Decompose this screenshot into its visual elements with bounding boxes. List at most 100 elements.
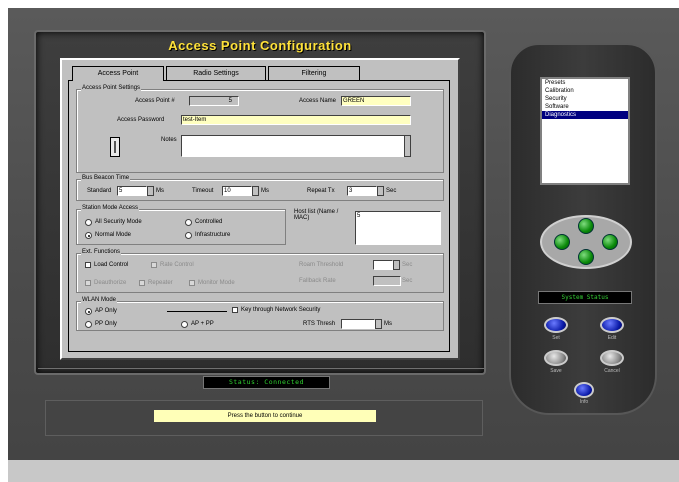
thermometer-icon [110,137,120,157]
ap-settings-group: Access Point Settings Access Point # 5 A… [76,85,444,173]
timeout-unit: Ms [261,188,269,194]
repeat-field[interactable]: 3 [347,186,377,196]
roam-unit: Sec [402,262,413,268]
info-button[interactable] [574,382,594,398]
radio-pp-only[interactable] [85,321,92,328]
beacon-group: Bus Beacon Time Standard 5 Ms Timeout 10… [76,175,444,201]
check-deauthorize[interactable] [85,280,91,286]
save-button-label: Save [550,368,562,374]
direction-pad [540,215,632,269]
ap-settings-group-label: Access Point Settings [81,85,142,91]
timeout-field[interactable]: 10 [222,186,252,196]
fallback-field[interactable] [373,276,401,286]
info-button-label: Info [579,399,589,405]
check-rate-control-label: Rate Control [160,262,194,268]
dpad-up-button[interactable] [578,218,594,234]
beacon-group-label: Bus Beacon Time [81,175,131,181]
roam-spinner[interactable] [393,260,400,270]
mode-list[interactable]: Presets Calibration Security Software Di… [540,77,630,185]
host-list-box[interactable]: 5 [355,211,441,245]
fallback-unit: Sec [402,278,413,284]
tab-radio-settings[interactable]: Radio Settings [166,66,266,80]
edit-button-label: Edit [607,335,617,341]
access-name-label: Access Name [299,98,337,104]
set-button-label: Set [552,335,560,341]
radio-all-security[interactable] [85,219,92,226]
standard-unit: Ms [156,188,164,194]
radio-ap-pp[interactable] [181,321,188,328]
mode-item[interactable]: Security [542,95,628,103]
set-button[interactable] [544,317,568,333]
tab-access-point[interactable]: Access Point [72,66,164,81]
radio-infrastructure-label: Infrastructure [195,232,231,238]
repeat-spinner[interactable] [377,186,384,196]
mode-item[interactable]: Software [542,103,628,111]
station-mode-group-label: Station Mode Access [81,205,140,211]
notes-label: Notes [161,137,177,143]
tab-panel: Access Point Settings Access Point # 5 A… [68,80,450,352]
ap-number-field[interactable]: 5 [189,96,239,106]
ap-number-label: Access Point # [135,98,175,104]
wlan-group-label: WLAN Mode [81,297,118,303]
standard-spinner[interactable] [147,186,154,196]
radio-normal-mode[interactable] [85,232,92,239]
host-list-label: Host list (Name / MAC) [294,209,339,221]
dpad-right-button[interactable] [602,234,618,250]
mode-item[interactable]: Presets [542,79,628,87]
repeat-unit: Sec [386,188,397,194]
rts-field[interactable] [341,319,375,329]
radio-all-security-label: All Security Mode [95,219,142,225]
radio-normal-mode-label: Normal Mode [95,232,132,238]
page-title: Access Point Configuration [168,38,352,53]
save-button[interactable] [544,350,568,366]
timeout-spinner[interactable] [252,186,259,196]
check-monitor-mode-label: Monitor Mode [198,280,235,286]
standard-field[interactable]: 5 [117,186,147,196]
rts-label: RTS Thresh [303,321,336,327]
message-bar: Press the button to continue [154,410,376,422]
functions-group: Ext. Functions Load Control Rate Control… [76,249,444,293]
fallback-label: Fallback Rate [299,278,336,284]
lcd-status-display: Status: Connected [203,376,330,389]
access-name-field[interactable]: GREEN [341,96,411,106]
check-repeater-label: Repeater [148,280,173,286]
check-key-network[interactable] [232,307,238,313]
dpad-left-button[interactable] [554,234,570,250]
rts-unit: Ms [384,321,392,327]
radio-ap-only[interactable] [85,308,92,315]
station-mode-group: Station Mode Access All Security Mode Co… [76,205,286,245]
wlan-group: WLAN Mode AP Only Key through Network Se… [76,297,444,331]
timeout-label: Timeout [192,188,214,194]
roam-field[interactable] [373,260,393,270]
app-window: Access Point Configuration Access Point … [0,0,679,482]
rts-spinner[interactable] [375,319,382,329]
repeat-label: Repeat Tx [307,188,335,194]
mode-item-selected[interactable]: Diagnostics [542,111,628,119]
check-key-network-label: Key through Network Security [241,307,321,313]
radio-ap-only-label: AP Only [95,308,117,314]
radio-ap-pp-label: AP + PP [191,321,214,327]
notes-scrollbar[interactable] [404,135,411,157]
check-monitor-mode[interactable] [189,280,195,286]
radio-controlled[interactable] [185,219,192,226]
functions-group-label: Ext. Functions [81,249,122,255]
mode-item[interactable]: Calibration [542,87,628,95]
host-list-caption: Host list (Name / MAC) [294,209,346,233]
wlan-divider [167,311,227,312]
bottom-strip [8,460,679,482]
edit-button[interactable] [600,317,624,333]
password-label: Access Password [117,117,165,123]
radio-pp-only-label: PP Only [95,321,117,327]
check-rate-control[interactable] [151,262,157,268]
check-load-control-label: Load Control [94,262,129,268]
cancel-button[interactable] [600,350,624,366]
dpad-down-button[interactable] [578,249,594,265]
tab-filtering[interactable]: Filtering [268,66,360,80]
check-deauthorize-label: Deauthorize [94,280,127,286]
notes-textarea[interactable] [181,135,411,157]
check-load-control[interactable] [85,262,91,268]
radio-controlled-label: Controlled [195,219,223,225]
password-field[interactable]: test-Item [181,115,411,125]
radio-infrastructure[interactable] [185,232,192,239]
check-repeater[interactable] [139,280,145,286]
